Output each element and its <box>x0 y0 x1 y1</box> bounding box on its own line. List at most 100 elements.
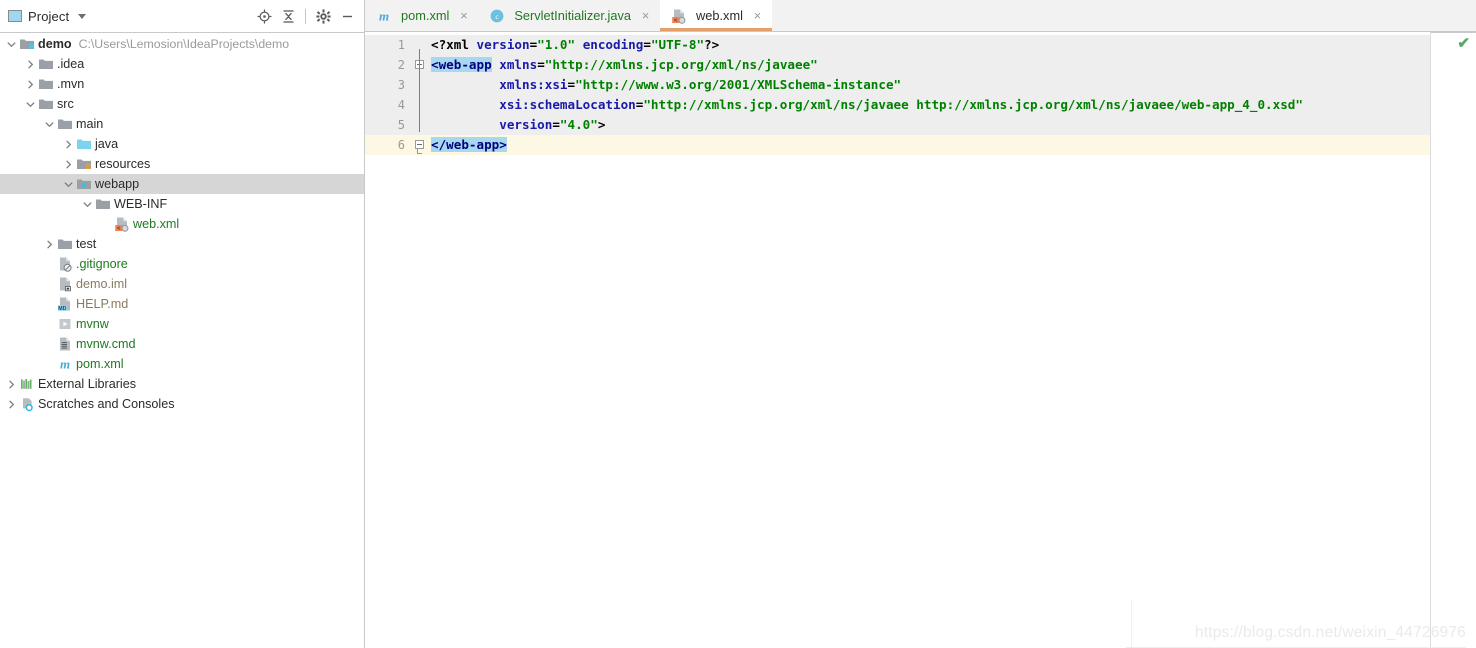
minimize-icon[interactable] <box>336 5 358 27</box>
tree-arrow-spacer <box>43 294 56 314</box>
tree-item-test[interactable]: test <box>0 234 364 254</box>
tree-item-demo.iml[interactable]: demo.iml <box>0 274 364 294</box>
code-token: = <box>567 77 576 92</box>
project-panel-selector[interactable]: Project <box>8 9 87 24</box>
gear-icon[interactable] <box>312 5 334 27</box>
code-token: "1.0" <box>537 37 576 52</box>
fold-region-end <box>417 149 422 154</box>
ide-window: Project demo C:\Users\Lemosion\IdeaProje… <box>0 0 1476 648</box>
code-token: xmlns <box>499 57 538 72</box>
line-number: 1 <box>365 35 413 55</box>
code-token: <web-app <box>431 57 492 72</box>
chevron-down-icon[interactable] <box>81 194 94 214</box>
chevron-down-icon[interactable] <box>62 174 75 194</box>
java-class-icon: c <box>488 8 505 24</box>
tree-item-resources[interactable]: resources <box>0 154 364 174</box>
tree-item-pom.xml[interactable]: m pom.xml <box>0 354 364 374</box>
chevron-right-icon[interactable] <box>24 54 37 74</box>
code-token: xsi:schemaLocation <box>499 97 636 112</box>
tree-item-label: test <box>76 237 97 251</box>
tree-arrow-spacer <box>43 314 56 334</box>
resource-root-folder-icon <box>75 156 92 172</box>
code-line[interactable]: version="4.0"> <box>427 115 1430 135</box>
code-line[interactable]: xmlns:xsi="http://www.w3.org/2001/XMLSch… <box>427 75 1430 95</box>
editor-code-content[interactable]: <?xml version="1.0" encoding="UTF-8"?> <w… <box>427 32 1430 648</box>
tree-item-.gitignore[interactable]: .gitignore <box>0 254 364 274</box>
fold-row[interactable] <box>413 115 427 135</box>
code-line[interactable]: </web-app> <box>427 135 1430 155</box>
tree-item-.idea[interactable]: .idea <box>0 54 364 74</box>
code-token: </web-app> <box>431 137 507 152</box>
project-tree[interactable]: demo C:\Users\Lemosion\IdeaProjects\demo.… <box>0 33 364 648</box>
editor-fold-column[interactable] <box>413 32 427 648</box>
tree-item-webapp[interactable]: webapp <box>0 174 364 194</box>
project-panel-icon <box>8 10 22 22</box>
tree-item-mvnw.cmd[interactable]: mvnw.cmd <box>0 334 364 354</box>
tree-item-web.xml[interactable]: < web.xml <box>0 214 364 234</box>
editor-tab-servletinitializer-java[interactable]: c ServletInitializer.java × <box>478 0 661 31</box>
line-number: 4 <box>365 95 413 115</box>
code-line[interactable]: <?xml version="1.0" encoding="UTF-8"?> <box>427 35 1430 55</box>
web-xml-file-icon: < <box>113 216 130 232</box>
collapse-all-icon[interactable] <box>277 5 299 27</box>
chevron-down-icon[interactable] <box>78 13 87 19</box>
tree-item-.mvn[interactable]: .mvn <box>0 74 364 94</box>
folder-icon <box>56 116 73 132</box>
inspection-ok-checkmark[interactable]: ✔ <box>1457 36 1470 51</box>
fold-row[interactable] <box>413 55 427 75</box>
chevron-right-icon[interactable] <box>5 394 18 414</box>
chevron-down-icon[interactable] <box>43 114 56 134</box>
chevron-down-icon[interactable] <box>24 94 37 114</box>
code-line[interactable]: <web-app xmlns="http://xmlns.jcp.org/xml… <box>427 55 1430 75</box>
editor-tab-web-xml[interactable]: < web.xml × <box>660 0 772 31</box>
close-icon[interactable]: × <box>639 9 652 22</box>
svg-text:<: < <box>673 17 677 24</box>
tree-item-java[interactable]: java <box>0 134 364 154</box>
tree-item-label: .gitignore <box>76 257 128 271</box>
fold-row[interactable] <box>413 35 427 55</box>
fold-collapse-icon[interactable] <box>415 140 424 149</box>
chevron-down-icon[interactable] <box>5 34 18 54</box>
tree-item-label: WEB-INF <box>114 197 168 211</box>
code-line[interactable]: xsi:schemaLocation="http://xmlns.jcp.org… <box>427 95 1430 115</box>
tree-item-help.md[interactable]: MD HELP.md <box>0 294 364 314</box>
locate-icon[interactable] <box>253 5 275 27</box>
tree-item-label: java <box>95 137 119 151</box>
chevron-right-icon[interactable] <box>24 74 37 94</box>
watermark-vertical-rule <box>1131 600 1132 648</box>
tree-arrow-spacer <box>100 214 113 234</box>
tree-item-scratches-and-consoles[interactable]: Scratches and Consoles <box>0 394 364 414</box>
tree-item-path: C:\Users\Lemosion\IdeaProjects\demo <box>78 37 290 51</box>
tree-item-label: HELP.md <box>76 297 129 311</box>
chevron-right-icon[interactable] <box>5 374 18 394</box>
tree-item-web-inf[interactable]: WEB-INF <box>0 194 364 214</box>
project-tool-window: Project demo C:\Users\Lemosion\IdeaProje… <box>0 0 365 648</box>
tree-item-main[interactable]: main <box>0 114 364 134</box>
close-icon[interactable]: × <box>751 9 764 22</box>
tree-item-demo[interactable]: demo C:\Users\Lemosion\IdeaProjects\demo <box>0 34 364 54</box>
code-token: = <box>552 117 560 132</box>
cmd-file-icon <box>56 336 73 352</box>
editor-tab-pom-xml[interactable]: m pom.xml × <box>365 0 479 31</box>
libraries-icon <box>18 376 35 392</box>
chevron-right-icon[interactable] <box>43 234 56 254</box>
tree-item-external-libraries[interactable]: External Libraries <box>0 374 364 394</box>
gitignore-file-icon <box>56 256 73 272</box>
close-icon[interactable]: × <box>457 9 470 22</box>
fold-row[interactable] <box>413 135 427 155</box>
chevron-right-icon[interactable] <box>62 154 75 174</box>
tree-item-src[interactable]: src <box>0 94 364 114</box>
fold-row[interactable] <box>413 75 427 95</box>
code-token: encoding <box>582 37 644 52</box>
code-token: = <box>643 37 651 52</box>
editor-scrollbar-marker-track[interactable]: ✔ <box>1430 32 1476 648</box>
editor-body[interactable]: 123456 <?xml version="1.0" encoding="UTF… <box>365 32 1476 648</box>
svg-text:m: m <box>59 357 69 372</box>
tree-arrow-spacer <box>43 254 56 274</box>
tree-item-mvnw[interactable]: mvnw <box>0 314 364 334</box>
code-token: <?xml <box>431 37 477 52</box>
chevron-right-icon[interactable] <box>62 134 75 154</box>
editor-tabbar[interactable]: m pom.xml × c ServletInitializer.java × < web.x… <box>365 0 1476 32</box>
fold-row[interactable] <box>413 95 427 115</box>
